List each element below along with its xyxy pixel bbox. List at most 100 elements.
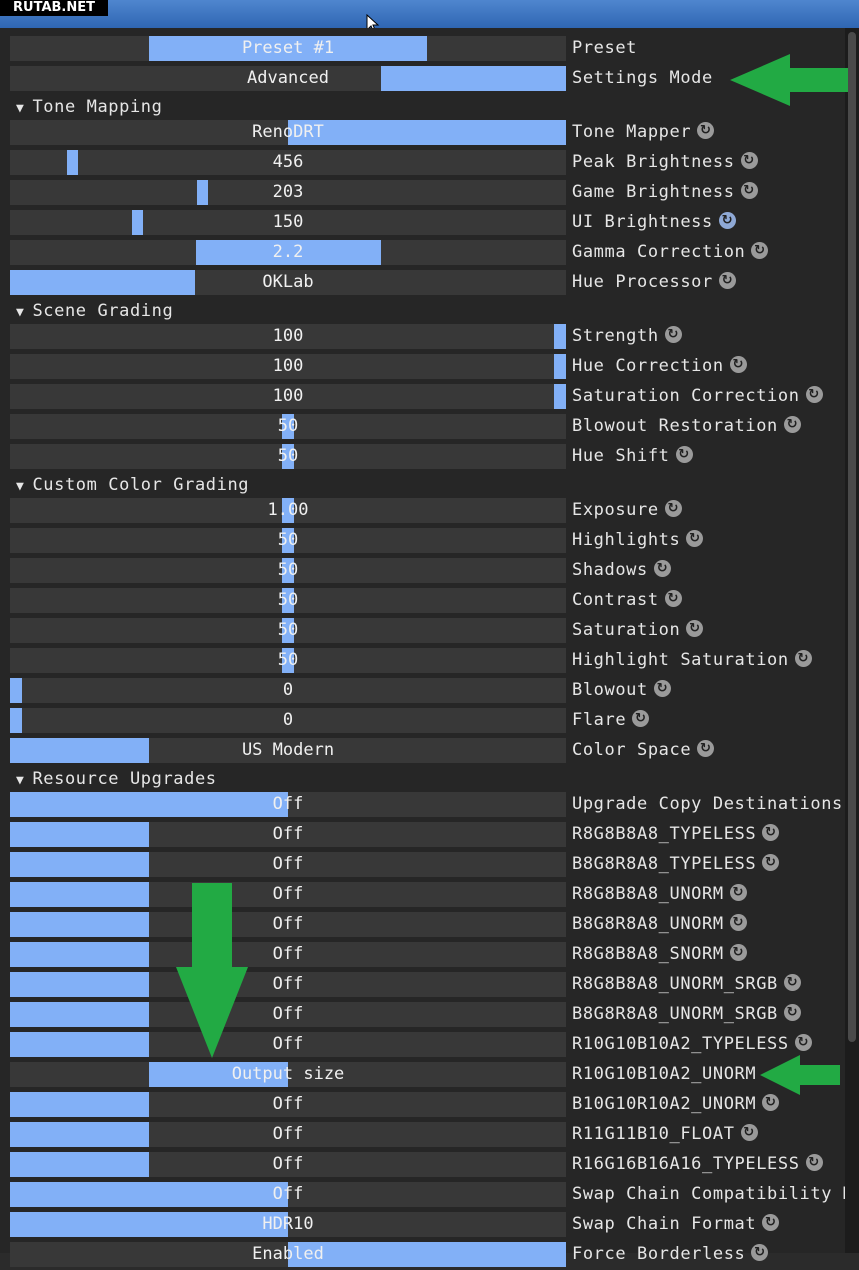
reset-icon[interactable]: ↻ [664,589,682,607]
reset-icon[interactable]: ↻ [686,529,704,547]
reset-icon[interactable]: ↻ [675,445,693,463]
setting-control-upgrade-copy-destinations[interactable]: Off [10,792,566,817]
reset-icon[interactable]: ↻ [697,121,715,139]
setting-control-r10g10b10a2-unorm[interactable]: Output size [10,1062,566,1087]
setting-control-b10g10r10a2-unorm[interactable]: Off [10,1092,566,1117]
setting-control-shadows[interactable]: 50 [10,558,566,583]
setting-control-r8g8b8a8-unorm[interactable]: Off [10,882,566,907]
scrollbar-thumb[interactable] [848,32,856,1042]
reset-icon[interactable]: ↻ [762,853,780,871]
setting-label: Blowout ↻ [572,678,671,703]
reset-icon[interactable]: ↻ [751,1243,769,1261]
reset-icon[interactable]: ↻ [718,271,736,289]
section-header-resource-upgrades[interactable]: ▼ Resource Upgrades [16,767,217,791]
setting-control-flare[interactable]: 0 [10,708,566,733]
setting-control-b8g8r8a8-unorm[interactable]: Off [10,912,566,937]
setting-value: 50 [277,446,299,466]
setting-control-ui-brightness[interactable]: 150 [10,210,566,235]
reset-icon[interactable]: ↻ [783,973,801,991]
setting-control-swap-chain-format[interactable]: HDR10 [10,1212,566,1237]
setting-control-contrast[interactable]: 50 [10,588,566,613]
collapse-icon: ▼ [16,773,25,788]
setting-label-text: B8G8R8A8_TYPELESS [572,854,757,874]
setting-value: Off [272,974,304,994]
setting-label: Tone Mapper ↻ [572,120,715,145]
setting-row-b10g10r10a2-unorm: Off B10G10R10A2_UNORM ↻ [0,1090,845,1120]
setting-label: Peak Brightness ↻ [572,150,758,175]
setting-control-highlight-saturation[interactable]: 50 [10,648,566,673]
setting-value: 0 [282,680,294,700]
reset-icon[interactable]: ↻ [783,1003,801,1021]
reset-icon[interactable]: ↻ [686,619,704,637]
reset-icon[interactable]: ↻ [762,823,780,841]
setting-control-settings-mode[interactable]: Advanced [10,66,566,91]
setting-control-highlights[interactable]: 50 [10,528,566,553]
setting-control-game-brightness[interactable]: 203 [10,180,566,205]
setting-label-text: Highlights [572,530,681,550]
reset-icon[interactable]: ↻ [729,355,747,373]
setting-control-strength[interactable]: 100 [10,324,566,349]
setting-value: Off [272,1094,304,1114]
reset-icon[interactable]: ↻ [740,181,758,199]
setting-control-b8g8r8a8-typeless[interactable]: Off [10,852,566,877]
reset-icon[interactable]: ↻ [805,1153,823,1171]
reset-icon[interactable]: ↻ [653,679,671,697]
setting-control-hue-correction[interactable]: 100 [10,354,566,379]
window-title-bar[interactable]: ▼ RenoDX [0,0,859,29]
reset-icon[interactable]: ↻ [729,943,747,961]
setting-control-tone-mapper[interactable]: RenoDRT [10,120,566,145]
setting-label-text: R11G11B10_FLOAT [572,1124,735,1144]
reset-icon[interactable]: ↻ [740,151,758,169]
reset-icon[interactable]: ↻ [794,1033,812,1051]
reset-icon[interactable]: ↻ [783,415,801,433]
reset-icon[interactable]: ↻ [794,649,812,667]
reset-icon[interactable]: ↻ [751,241,769,259]
setting-control-saturation[interactable]: 50 [10,618,566,643]
setting-control-r8g8b8a8-unorm-srgb[interactable]: Off [10,972,566,997]
setting-control-exposure[interactable]: 1.00 [10,498,566,523]
setting-label: UI Brightness ↻ [572,210,736,235]
setting-control-r16g16b16a16-typeless[interactable]: Off [10,1152,566,1177]
reset-icon[interactable]: ↻ [729,913,747,931]
setting-control-r11g11b10-float[interactable]: Off [10,1122,566,1147]
section-title: Scene Grading [32,301,174,321]
reset-icon[interactable]: ↻ [664,499,682,517]
setting-control-hue-processor[interactable]: OKLab [10,270,566,295]
setting-label-text: Hue Shift [572,446,670,466]
setting-control-hue-shift[interactable]: 50 [10,444,566,469]
setting-control-b8g8r8a8-unorm-srgb[interactable]: Off [10,1002,566,1027]
reset-icon[interactable]: ↻ [697,739,715,757]
setting-control-r10g10b10a2-typeless[interactable]: Off [10,1032,566,1057]
section-header-custom-color-grading[interactable]: ▼ Custom Color Grading [16,473,249,497]
setting-label-text: Blowout Restoration [572,416,778,436]
setting-control-r8g8b8a8-snorm[interactable]: Off [10,942,566,967]
reset-icon[interactable]: ↻ [718,211,736,229]
setting-row-saturation: 50 Saturation ↻ [0,616,845,646]
setting-control-r8g8b8a8-typeless[interactable]: Off [10,822,566,847]
section-header-scene-grading[interactable]: ▼ Scene Grading [16,299,173,323]
setting-control-peak-brightness[interactable]: 456 [10,150,566,175]
setting-control-preset[interactable]: Preset #1 [10,36,566,61]
setting-control-blowout[interactable]: 0 [10,678,566,703]
reset-icon[interactable]: ↻ [729,883,747,901]
reset-icon[interactable]: ↻ [762,1213,780,1231]
setting-control-force-borderless[interactable]: Enabled [10,1242,566,1267]
setting-label-text: R16G16B16A16_TYPELESS [572,1154,800,1174]
reset-icon[interactable]: ↻ [632,709,650,727]
setting-control-color-space[interactable]: US Modern [10,738,566,763]
reset-icon[interactable]: ↻ [762,1093,780,1111]
reset-icon[interactable]: ↻ [740,1123,758,1141]
reset-icon[interactable]: ↻ [653,559,671,577]
setting-control-saturation-correction[interactable]: 100 [10,384,566,409]
setting-label-text: B8G8R8A8_UNORM_SRGB [572,1004,778,1024]
section-header-tone-mapping[interactable]: ▼ Tone Mapping [16,95,162,119]
setting-control-gamma-correction[interactable]: 2.2 [10,240,566,265]
setting-control-blowout-restoration[interactable]: 50 [10,414,566,439]
reset-icon[interactable]: ↻ [805,385,823,403]
setting-value: Off [272,1124,304,1144]
vertical-scrollbar[interactable] [845,28,859,1253]
setting-label-text: Highlight Saturation [572,650,789,670]
setting-label-text: Flare [572,710,627,730]
reset-icon[interactable]: ↻ [664,325,682,343]
setting-control-swap-chain-compatibility-m[interactable]: Off [10,1182,566,1207]
